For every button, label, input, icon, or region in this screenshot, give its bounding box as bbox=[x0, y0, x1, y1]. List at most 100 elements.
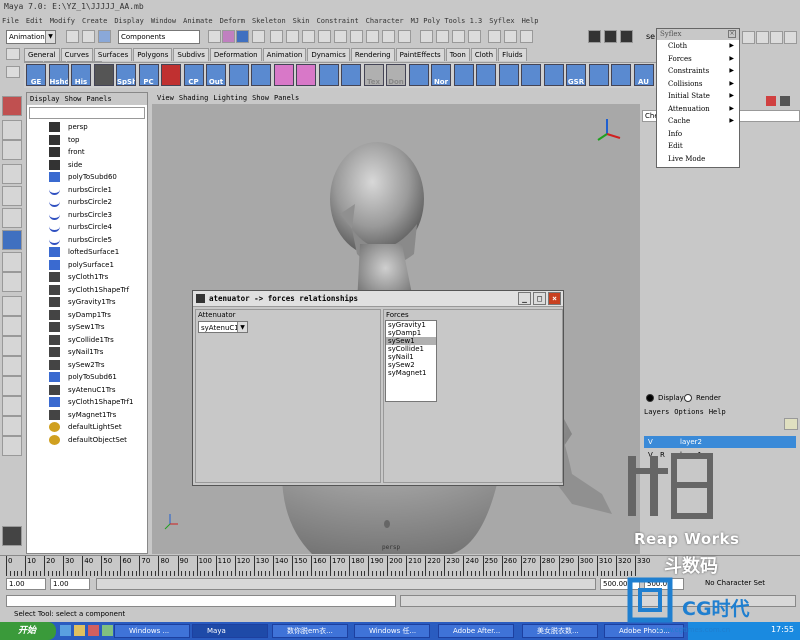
outliner-item[interactable]: nurbsCircle4 bbox=[27, 221, 147, 234]
scale-tool-icon[interactable] bbox=[2, 208, 22, 228]
desktop-icon[interactable] bbox=[102, 625, 113, 636]
shelf-tab-subdivs[interactable]: Subdivs bbox=[173, 48, 209, 61]
display-radio[interactable] bbox=[646, 394, 654, 402]
outliner-item[interactable]: polyToSubd61 bbox=[27, 371, 147, 384]
shelf-button-out[interactable]: Out bbox=[206, 64, 226, 86]
maximize-icon[interactable]: □ bbox=[533, 292, 546, 305]
layers-menu-layers[interactable]: Layers bbox=[644, 408, 669, 416]
layer-name[interactable]: layer1 bbox=[680, 449, 702, 461]
close-icon[interactable]: × bbox=[728, 30, 736, 38]
force-list-item[interactable]: syDamp1 bbox=[386, 329, 436, 337]
shelf-tab-rendering[interactable]: Rendering bbox=[350, 48, 395, 61]
layer-visibility-toggle[interactable]: V bbox=[648, 436, 653, 448]
paint-select-tool-icon[interactable] bbox=[2, 140, 22, 160]
viewport-menu-lighting[interactable]: Lighting bbox=[213, 94, 247, 102]
outliner-item[interactable]: syAtenuC1Trs bbox=[27, 384, 147, 397]
quick-select-field[interactable]: se bbox=[646, 32, 655, 41]
force-list-item[interactable]: sySew2 bbox=[386, 361, 436, 369]
menu-display[interactable]: Display bbox=[114, 14, 144, 28]
syflex-menu-item[interactable]: Cloth ▶ bbox=[657, 40, 739, 53]
force-list-item[interactable]: syMagnet1 bbox=[386, 369, 436, 377]
clapper-icon[interactable] bbox=[588, 30, 601, 43]
new-layer-icon[interactable] bbox=[784, 418, 798, 430]
save-scene-icon[interactable] bbox=[98, 30, 111, 43]
outliner-item[interactable]: front bbox=[27, 146, 147, 159]
render-current-frame-icon[interactable] bbox=[488, 30, 501, 43]
shelf-tab-cloth[interactable]: Cloth bbox=[470, 48, 498, 61]
layers-menu-options[interactable]: Options bbox=[674, 408, 704, 416]
rotate-tool-icon[interactable] bbox=[2, 186, 22, 206]
history-icon[interactable] bbox=[420, 30, 433, 43]
shelf-button-icon[interactable] bbox=[588, 64, 609, 86]
hypershade-layout-icon[interactable] bbox=[2, 396, 22, 416]
shelf-button-his[interactable]: His bbox=[71, 64, 91, 86]
clapper-globals-icon[interactable] bbox=[620, 30, 633, 43]
edge-mask-icon[interactable] bbox=[286, 30, 299, 43]
close-icon[interactable]: × bbox=[548, 292, 561, 305]
outliner-menu-show[interactable]: Show bbox=[65, 95, 82, 103]
force-list-item[interactable]: syGravity1 bbox=[386, 321, 436, 329]
syflex-menu-item[interactable]: Edit bbox=[657, 140, 739, 153]
menu-skeleton[interactable]: Skeleton bbox=[252, 14, 286, 28]
outliner-filter-field[interactable] bbox=[29, 107, 145, 119]
syflex-menu-item[interactable]: Constraints ▶ bbox=[657, 65, 739, 78]
menu-window[interactable]: Window bbox=[151, 14, 176, 28]
outliner-item[interactable]: syCloth1Trs bbox=[27, 271, 147, 284]
lasso-tool-icon[interactable] bbox=[2, 120, 22, 140]
outliner-item[interactable]: syGravity1Trs bbox=[27, 296, 147, 309]
menu-edit[interactable]: Edit bbox=[26, 14, 43, 28]
layers-menu-help[interactable]: Help bbox=[709, 408, 726, 416]
viewport-menu-shading[interactable]: Shading bbox=[179, 94, 209, 102]
outliner-item[interactable]: syCollide1Trs bbox=[27, 334, 147, 347]
layer-visibility-toggle[interactable]: V bbox=[648, 449, 653, 461]
outliner-item[interactable]: syMagnet1Trs bbox=[27, 409, 147, 422]
outliner-item[interactable]: sySew2Trs bbox=[27, 359, 147, 372]
shelf-button-icon[interactable] bbox=[318, 64, 339, 86]
attribute-editor-toggle-icon[interactable] bbox=[756, 31, 769, 44]
command-input[interactable] bbox=[6, 595, 396, 607]
menu-animate[interactable]: Animate bbox=[183, 14, 213, 28]
folder-icon[interactable] bbox=[74, 625, 85, 636]
menu-create[interactable]: Create bbox=[82, 14, 107, 28]
syflex-menu-item[interactable]: Forces ▶ bbox=[657, 53, 739, 66]
output-ops-icon[interactable] bbox=[452, 30, 465, 43]
new-scene-icon[interactable] bbox=[66, 30, 79, 43]
make-live-icon[interactable] bbox=[398, 30, 411, 43]
shelf-tab-dynamics[interactable]: Dynamics bbox=[307, 48, 350, 61]
shelf-button-icon[interactable] bbox=[476, 64, 496, 86]
channel-box-options-icon[interactable] bbox=[780, 96, 790, 106]
shelf-button-au[interactable]: AU bbox=[633, 64, 654, 86]
outliner-item[interactable]: top bbox=[27, 134, 147, 147]
shelf-button-nor[interactable]: Nor bbox=[431, 64, 451, 86]
shelf-button-spsh[interactable]: SpSh bbox=[116, 64, 136, 86]
lock-selection-icon[interactable] bbox=[252, 30, 265, 43]
menu-help[interactable]: Help bbox=[522, 14, 539, 28]
taskbar-task[interactable]: Windows 任... bbox=[354, 624, 430, 638]
shelf-button-icon[interactable] bbox=[296, 64, 316, 86]
taskbar-task[interactable]: Adobe Photo... bbox=[604, 624, 684, 638]
outliner-item[interactable]: syNail1Trs bbox=[27, 346, 147, 359]
menu-constraint[interactable]: Constraint bbox=[317, 14, 359, 28]
manipulator-tool-icon[interactable] bbox=[2, 230, 22, 250]
color-wheel-icon[interactable] bbox=[766, 96, 776, 106]
shelf-button-icon[interactable] bbox=[273, 64, 294, 86]
shelf-tab-painteffects[interactable]: PaintEffects bbox=[395, 48, 445, 61]
shelf-button-icon[interactable] bbox=[251, 64, 271, 86]
menu-syflex[interactable]: Syflex bbox=[489, 14, 514, 28]
shelf-button-icon[interactable] bbox=[228, 64, 249, 86]
outliner-item[interactable]: syDamp1Trs bbox=[27, 309, 147, 322]
shelf-button-icon[interactable] bbox=[408, 64, 429, 86]
taskbar-task[interactable]: Windows ... bbox=[114, 624, 190, 638]
menu-file[interactable]: File bbox=[2, 14, 19, 28]
range-start-field[interactable]: 1.00 bbox=[6, 578, 46, 590]
outliner-item[interactable]: nurbsCircle1 bbox=[27, 184, 147, 197]
layer-type-toggle[interactable]: R bbox=[660, 449, 665, 461]
syflex-menu-item[interactable]: Info bbox=[657, 128, 739, 141]
input-ops-icon[interactable] bbox=[436, 30, 449, 43]
menu-mj-poly-tools-1-3[interactable]: MJ Poly Tools 1.3 bbox=[411, 14, 483, 28]
character-set-label[interactable]: No Character Set bbox=[705, 579, 765, 587]
outliner-item[interactable]: sySew1Trs bbox=[27, 321, 147, 334]
syflex-menu-item[interactable]: Attenuation ▶ bbox=[657, 103, 739, 116]
snap-point-icon[interactable] bbox=[366, 30, 379, 43]
last-used-tool-icon[interactable] bbox=[2, 272, 22, 292]
